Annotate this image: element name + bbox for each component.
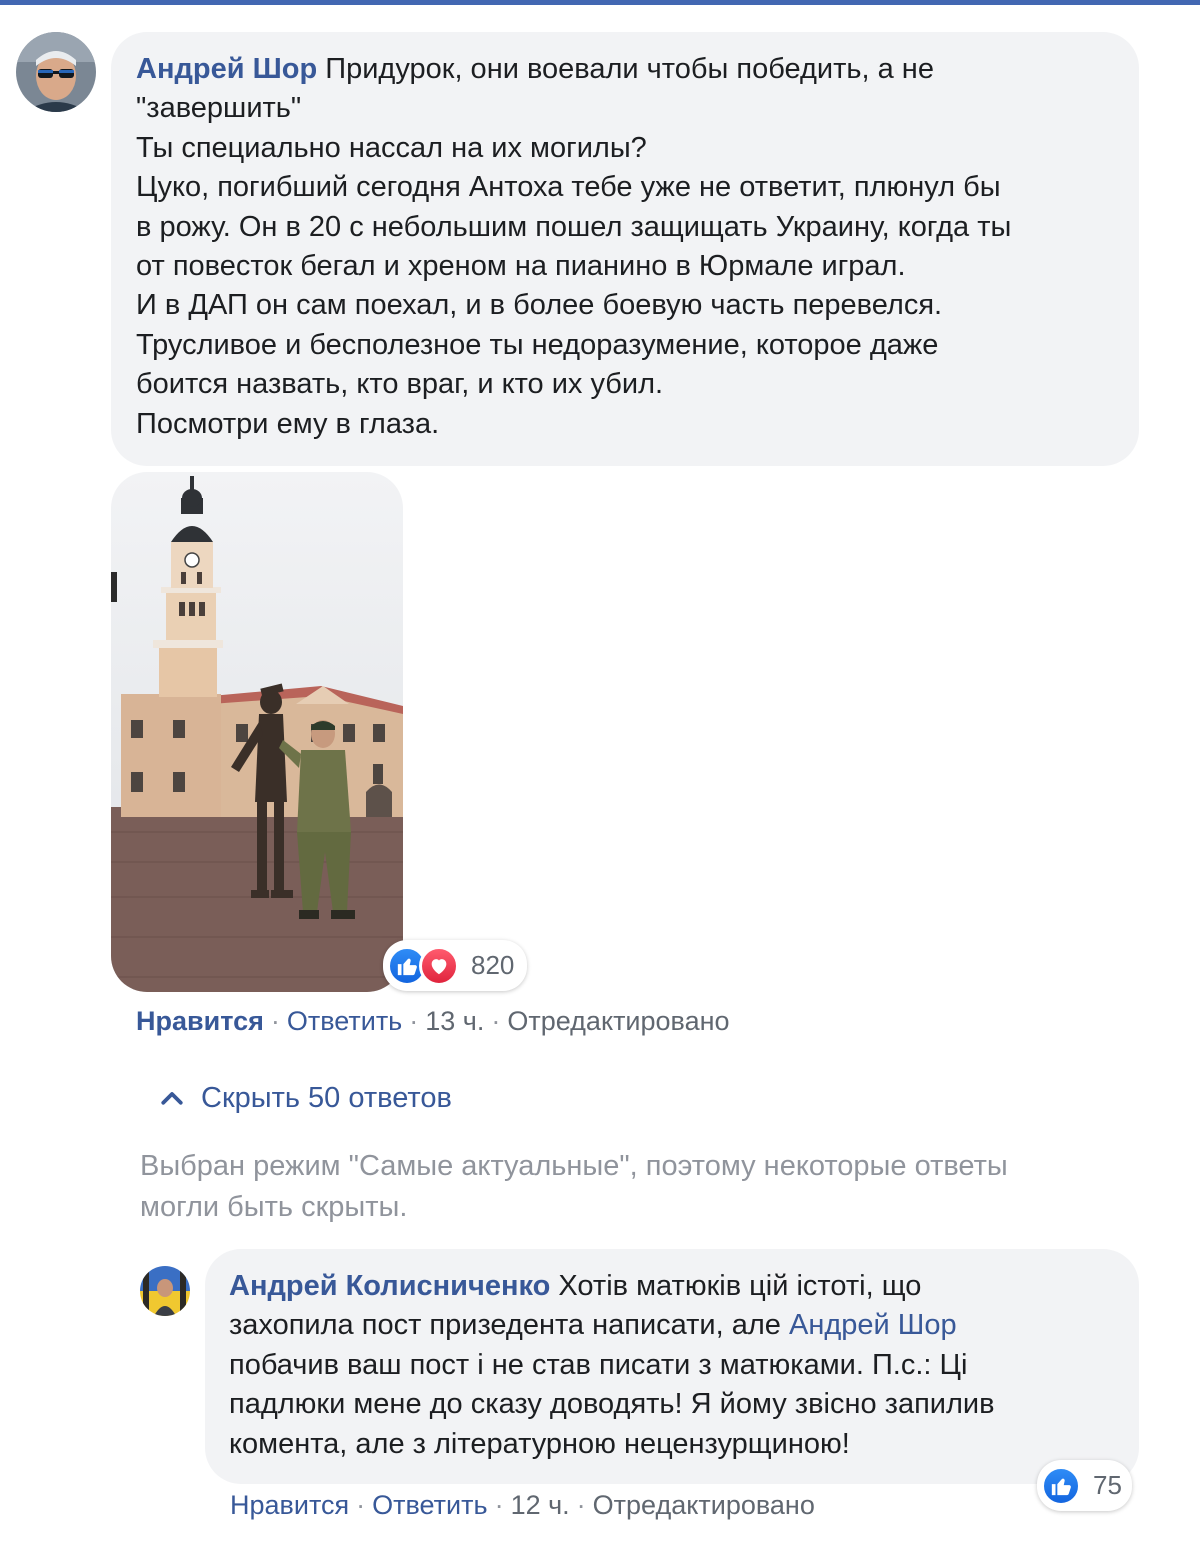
comment-bubble: Андрей Шор Придурок, они воевали чтобы п… xyxy=(111,32,1139,466)
like-button[interactable]: Нравится xyxy=(136,1006,264,1036)
sort-mode-notice: Выбран режим "Самые актуальные", поэтому… xyxy=(140,1150,1008,1223)
comment-photo[interactable] xyxy=(111,472,403,992)
edited-label[interactable]: Отредактировано xyxy=(593,1490,815,1520)
mention-link[interactable]: Андрей Шор xyxy=(789,1309,957,1341)
like-button[interactable]: Нравится xyxy=(230,1490,349,1520)
top-border xyxy=(0,0,1200,5)
reply-actions: Нравится · Ответить · 12 ч. · Отредактировано xyxy=(230,1490,815,1520)
reactions-summary[interactable]: 820 xyxy=(383,940,527,991)
comment-actions: Нравится · Ответить · 13 ч. · Отредактировано xyxy=(136,1006,730,1036)
reply-text: Андрей Колисниченко Хотів матюків цій іс… xyxy=(229,1270,995,1460)
reaction-count: 820 xyxy=(471,950,515,980)
comment-author-link[interactable]: Андрей Шор xyxy=(136,53,317,85)
comment-text: Андрей Шор Придурок, они воевали чтобы п… xyxy=(136,53,1012,440)
like-icon xyxy=(1041,1465,1081,1506)
edited-label[interactable]: Отредактировано xyxy=(507,1006,729,1036)
reply-reactions-summary[interactable]: 75 xyxy=(1037,1460,1132,1511)
timestamp[interactable]: 13 ч. xyxy=(425,1006,484,1036)
reply-bubble: Андрей Колисниченко Хотів матюків цій іс… xyxy=(205,1249,1139,1484)
hide-replies-label: Скрыть 50 ответов xyxy=(201,1082,452,1114)
hide-replies-toggle[interactable]: Скрыть 50 ответов xyxy=(157,1082,452,1115)
reply-button[interactable]: Ответить xyxy=(287,1006,402,1036)
reaction-count: 75 xyxy=(1093,1470,1122,1500)
chevron-up-icon xyxy=(161,1091,183,1105)
timestamp[interactable]: 12 ч. xyxy=(511,1490,570,1520)
reply-button[interactable]: Ответить xyxy=(372,1490,487,1520)
avatar-andrey-shor[interactable] xyxy=(16,32,96,112)
reply-author-link[interactable]: Андрей Колисниченко xyxy=(229,1270,550,1302)
love-icon xyxy=(419,945,459,986)
avatar-andrey-kolisnichenko[interactable] xyxy=(140,1266,190,1316)
